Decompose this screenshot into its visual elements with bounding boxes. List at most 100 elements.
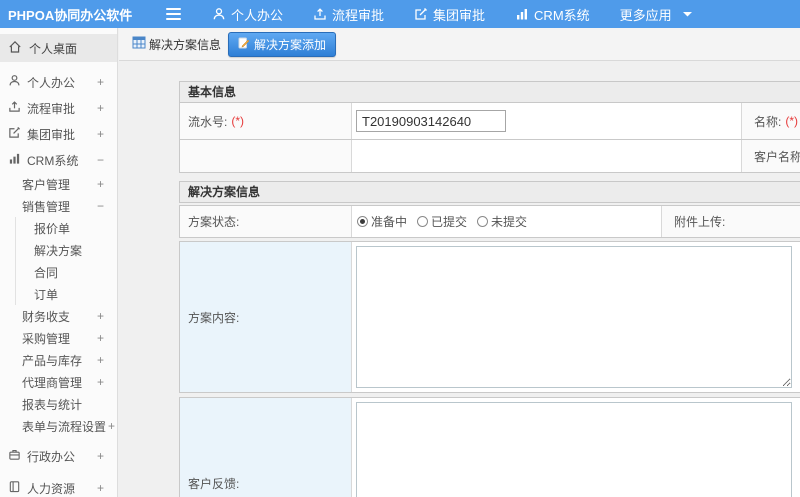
radio-icon[interactable] xyxy=(417,216,429,227)
sidebar-item-label: 人力资源 xyxy=(27,481,76,496)
top-bar: PHPOA协同办公软件 个人办公 流程审批 集团审批 CRM系统 更多应用 xyxy=(0,0,800,28)
app-logo: PHPOA协同办公软件 xyxy=(8,7,133,23)
expand-icon[interactable]: + xyxy=(95,375,104,389)
sidebar-item-label: 销售管理 xyxy=(22,199,71,214)
sidebar-item-contract[interactable]: 合同 xyxy=(16,261,117,283)
book-icon xyxy=(8,480,21,496)
solution-add-form: 基本信息 流水号: (*) 名称: (*) 客户名称: (*) 解决方案信息 xyxy=(179,81,800,497)
solution-content-textarea[interactable] xyxy=(356,246,792,388)
sidebar-item-label: 合同 xyxy=(34,265,59,280)
sidebar-item-label: 表单与流程设置 xyxy=(22,419,107,434)
sidebar-item-product-stock[interactable]: 产品与库存 + xyxy=(0,349,117,371)
sidebar-item-reports-stats[interactable]: 报表与统计 xyxy=(0,393,117,415)
expand-icon[interactable]: + xyxy=(95,481,104,495)
sidebar-item-admin-office[interactable]: 行政办公 + xyxy=(0,443,117,469)
radio-label: 已提交 xyxy=(431,215,468,229)
empty-input-cell xyxy=(352,140,742,172)
expand-icon[interactable]: + xyxy=(95,75,104,89)
sidebar-item-crm-system[interactable]: CRM系统 − xyxy=(0,147,117,173)
sidebar-item-order[interactable]: 订单 xyxy=(16,283,117,305)
briefcase-icon xyxy=(8,448,21,464)
sidebar-item-group-approval[interactable]: 集团审批 + xyxy=(0,121,117,147)
expand-icon[interactable]: + xyxy=(95,449,104,463)
nav-label: CRM系统 xyxy=(534,7,590,23)
sidebar-item-hr[interactable]: 人力资源 + xyxy=(0,475,117,497)
radio-selected-icon[interactable] xyxy=(357,216,368,227)
workflow-icon xyxy=(8,100,21,116)
sidebar-item-label: 个人办公 xyxy=(27,75,76,90)
sidebar-item-sales-mgmt[interactable]: 销售管理 − xyxy=(0,195,117,217)
sidebar-item-label: 报价单 xyxy=(34,221,71,236)
expand-icon[interactable]: + xyxy=(95,331,104,345)
section-header-solution-info: 解决方案信息 xyxy=(179,181,800,203)
sidebar-item-quotation[interactable]: 报价单 xyxy=(16,217,117,239)
expand-icon[interactable]: + xyxy=(95,127,104,141)
expand-icon[interactable]: + xyxy=(95,353,104,367)
feedback-label-cell: 客户反馈: xyxy=(180,398,352,497)
sidebar-item-workflow-approval[interactable]: 流程审批 + xyxy=(0,95,117,121)
expand-icon[interactable]: + xyxy=(95,309,104,323)
sidebar-item-label: 客户管理 xyxy=(22,177,71,192)
nav-workflow-approval[interactable]: 流程审批 xyxy=(298,0,399,28)
edit-note-icon xyxy=(238,37,250,52)
workflow-icon xyxy=(313,7,327,21)
expand-icon[interactable]: + xyxy=(95,101,104,115)
feedback-input-cell xyxy=(352,398,800,497)
nav-crm-system[interactable]: CRM系统 xyxy=(500,0,605,28)
customer-feedback-textarea[interactable] xyxy=(356,402,792,497)
table-icon xyxy=(132,36,146,52)
sidebar-item-customer-mgmt[interactable]: 客户管理 + xyxy=(0,173,117,195)
chart-icon xyxy=(515,7,529,21)
serial-label: 流水号: xyxy=(188,114,228,129)
hamburger-menu-icon[interactable] xyxy=(166,8,181,20)
sales-submenu: 报价单 解决方案 合同 订单 xyxy=(15,217,117,305)
sidebar-item-finance[interactable]: 财务收支 + xyxy=(0,305,117,327)
radio-icon[interactable] xyxy=(477,216,489,227)
caret-down-icon xyxy=(682,11,692,17)
content-input-cell xyxy=(352,242,800,392)
sidebar-item-personal-office[interactable]: 个人办公 + xyxy=(0,69,117,95)
sidebar-item-solution[interactable]: 解决方案 xyxy=(16,239,117,261)
feedback-row: 客户反馈: xyxy=(179,397,800,497)
top-nav: 个人办公 流程审批 集团审批 CRM系统 更多应用 xyxy=(197,0,707,28)
nav-more-apps[interactable]: 更多应用 xyxy=(605,0,707,28)
basic-info-row-2: 客户名称: (*) xyxy=(179,140,800,173)
status-label-cell: 方案状态: xyxy=(180,206,352,237)
status-row: 方案状态: 准备中 已提交 未提交 附件上传: xyxy=(179,205,800,238)
sidebar-item-label: 行政办公 xyxy=(27,449,76,464)
section-header-basic-info: 基本信息 xyxy=(179,81,800,103)
sidebar-item-label: 报表与统计 xyxy=(22,397,83,412)
required-mark: (*) xyxy=(785,114,799,128)
sidebar-item-label: 代理商管理 xyxy=(22,375,83,390)
tab-solution-add-button[interactable]: 解决方案添加 xyxy=(228,31,337,57)
sidebar-item-label: 集团审批 xyxy=(27,127,76,142)
tab-label: 解决方案信息 xyxy=(149,37,222,52)
button-label: 解决方案添加 xyxy=(254,37,327,52)
nav-label: 流程审批 xyxy=(332,7,385,23)
radio-submitted[interactable]: 已提交 xyxy=(417,213,467,230)
sidebar-item-agent-mgmt[interactable]: 代理商管理 + xyxy=(0,371,117,393)
sidebar-item-purchase-mgmt[interactable]: 采购管理 + xyxy=(0,327,117,349)
attachment-label-cell: 附件上传: xyxy=(662,206,800,237)
attachment-label: 附件上传: xyxy=(674,215,726,229)
collapse-icon[interactable]: − xyxy=(95,199,104,213)
radio-preparing[interactable]: 准备中 xyxy=(357,213,407,230)
radio-not-submitted[interactable]: 未提交 xyxy=(477,213,527,230)
expand-icon[interactable]: + xyxy=(95,177,104,191)
customer-name-label-cell: 客户名称: (*) xyxy=(742,140,800,172)
nav-personal-office[interactable]: 个人办公 xyxy=(197,0,298,28)
tab-bar: 解决方案信息 解决方案添加 xyxy=(119,28,800,61)
edit-icon xyxy=(8,126,21,142)
status-options-cell: 准备中 已提交 未提交 xyxy=(352,206,662,237)
sidebar-item-label: 个人桌面 xyxy=(29,41,78,56)
tab-solution-info[interactable]: 解决方案信息 xyxy=(132,36,221,53)
collapse-icon[interactable]: − xyxy=(95,153,104,167)
sidebar-item-label: 采购管理 xyxy=(22,331,71,346)
sidebar-item-desktop[interactable]: 个人桌面 xyxy=(0,34,117,62)
serial-number-input[interactable] xyxy=(356,110,506,132)
expand-icon[interactable]: + xyxy=(106,419,115,433)
radio-label: 准备中 xyxy=(371,215,408,229)
feedback-label: 客户反馈: xyxy=(188,476,240,491)
nav-group-approval[interactable]: 集团审批 xyxy=(399,0,500,28)
sidebar-item-form-flow-settings[interactable]: 表单与流程设置 + xyxy=(0,415,117,437)
